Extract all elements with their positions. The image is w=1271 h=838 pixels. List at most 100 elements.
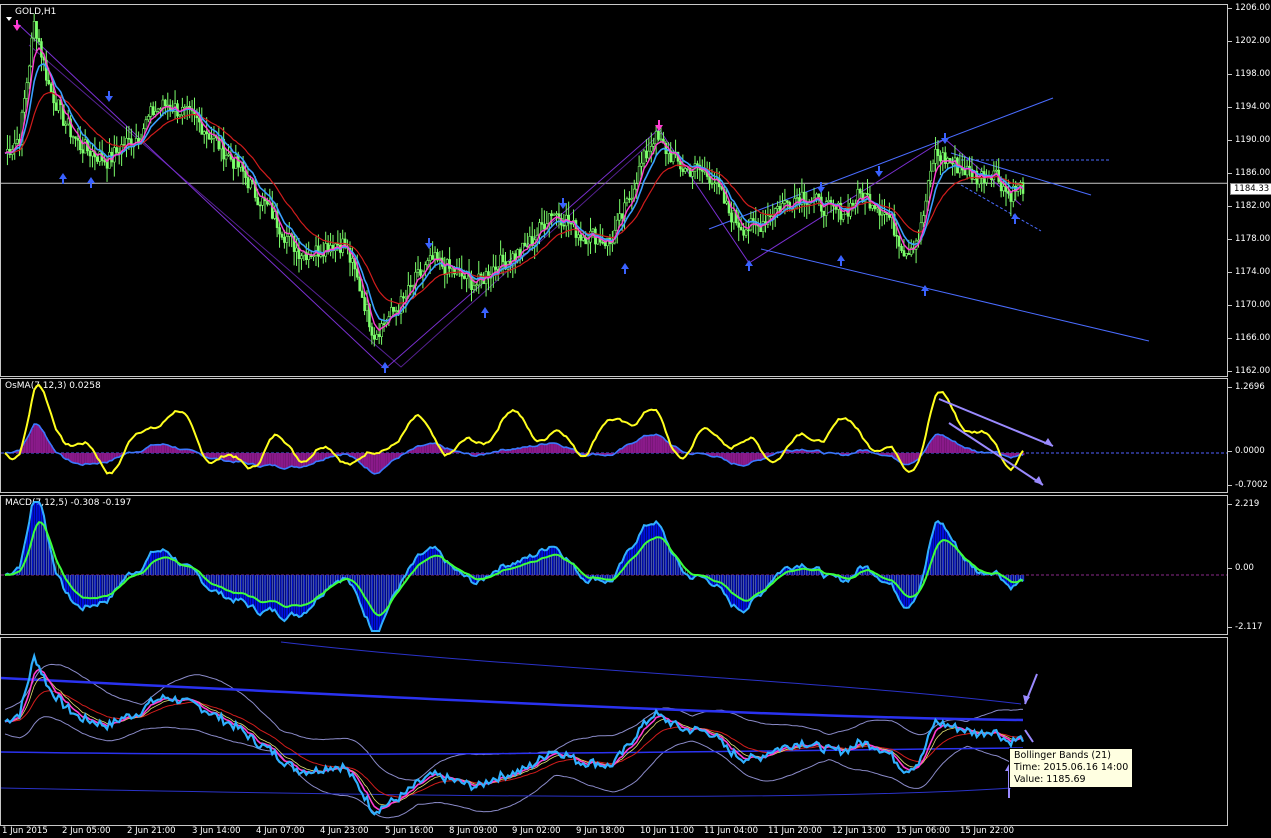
candle-body xyxy=(74,136,77,139)
osma-hist-bar xyxy=(375,453,379,474)
osma-hist-bar xyxy=(84,453,87,464)
fractal-down-icon xyxy=(941,133,949,144)
osma-hist-bar xyxy=(314,453,318,462)
osma-hist-bar xyxy=(645,435,648,453)
osma-hist-bar xyxy=(366,453,369,468)
osma-hist-bar xyxy=(244,453,247,463)
osma-hist-bar xyxy=(171,447,175,453)
candle-body xyxy=(105,161,109,169)
osma-hist-bar xyxy=(378,453,381,473)
candle-body xyxy=(700,169,704,172)
candle-body xyxy=(640,162,643,167)
candle-body xyxy=(205,131,208,135)
candle-body xyxy=(732,209,736,223)
time-label: 4 Jun 07:00 xyxy=(256,826,305,836)
price-tick: 1190.00 xyxy=(1227,135,1271,145)
osma-hist-bar xyxy=(154,444,158,453)
candle-body xyxy=(905,253,908,257)
osma-hist-bar xyxy=(657,435,660,453)
osma-hist-bar xyxy=(434,443,437,453)
candle-body xyxy=(647,150,651,159)
osma-hist-bar xyxy=(373,453,376,474)
candle-body xyxy=(183,106,187,109)
time-label: 11 Jun 20:00 xyxy=(768,826,822,836)
osma-hist-bar xyxy=(555,443,558,453)
osma-hist-bar xyxy=(263,453,267,466)
candle-body xyxy=(1009,192,1013,202)
candle-body xyxy=(625,198,629,204)
price-tick: 1186.00 xyxy=(1227,168,1271,178)
candle-body xyxy=(258,204,262,207)
osma-hist-bar xyxy=(288,453,291,467)
candle-body xyxy=(202,131,206,135)
osma-hist-bar xyxy=(949,439,952,453)
candle-body xyxy=(897,235,901,247)
osma-pane[interactable]: OsMA(7,12,3) 0.0258 xyxy=(0,378,1228,493)
candle-body xyxy=(151,106,155,116)
candle-body xyxy=(426,260,430,266)
candle-body xyxy=(941,152,945,162)
candle-body xyxy=(550,213,553,216)
osma-hist-bar xyxy=(939,435,942,453)
candle-body xyxy=(931,163,935,172)
candle-body xyxy=(827,199,830,203)
osma-hist-bar xyxy=(161,443,165,453)
candle-body xyxy=(577,234,580,238)
osma-hist-bar xyxy=(317,453,320,462)
candle-body xyxy=(630,197,634,200)
price-tick: 1174.00 xyxy=(1227,267,1271,277)
candle-body xyxy=(64,123,68,126)
time-label: 15 Jun 22:00 xyxy=(960,826,1014,836)
candle-body xyxy=(642,150,646,164)
osma-hist-bar xyxy=(38,425,41,453)
osma-scale: 1.2696 0.0000 -0.7002 xyxy=(1228,378,1271,493)
envelope-upper-line xyxy=(280,641,1022,705)
arrowhead-icon xyxy=(1044,438,1053,446)
osma-trend-arrow-upper xyxy=(938,398,1054,447)
candle-body xyxy=(851,202,855,206)
osma-hist-bar xyxy=(745,453,748,466)
osma-hist-bar xyxy=(630,443,634,453)
osma-hist-bar xyxy=(540,443,544,453)
candle-body xyxy=(562,224,566,227)
osma-tick: -0.7002 xyxy=(1228,480,1268,490)
time-axis: 1 Jun 2015 2 Jun 05:00 2 Jun 21:00 3 Jun 14… xyxy=(0,826,1228,838)
main-chart-pane[interactable]: GOLD,H1 xyxy=(0,4,1228,377)
candle-body xyxy=(178,114,182,117)
osma-hist-bar xyxy=(35,424,38,453)
candle-body xyxy=(888,214,891,218)
candle-body xyxy=(360,290,364,298)
macd-tick: 0.00 xyxy=(1228,563,1254,573)
bb-fast-line xyxy=(4,668,1024,811)
candle-body xyxy=(71,136,75,139)
candle-body xyxy=(47,79,51,85)
bollinger-pane[interactable] xyxy=(0,637,1228,826)
candle-body xyxy=(185,106,189,108)
candle-body xyxy=(783,200,787,204)
price-tick: 1178.00 xyxy=(1227,234,1271,244)
candle-body xyxy=(744,229,748,236)
osma-hist-bar xyxy=(659,436,663,453)
osma-hist-bar xyxy=(290,453,294,467)
candle-body xyxy=(280,233,284,238)
candle-body xyxy=(681,168,685,172)
time-label: 12 Jun 13:00 xyxy=(832,826,886,836)
candle-body xyxy=(392,306,396,312)
osma-hist-bar xyxy=(101,453,104,463)
candle-body xyxy=(817,193,821,198)
candle-body xyxy=(54,102,58,111)
candle-body xyxy=(710,182,714,185)
price-tick: 1166.00 xyxy=(1227,333,1271,343)
osma-hist-bar xyxy=(638,439,641,453)
macd-pane[interactable]: MACD(7,12,5) -0.308 -0.197 xyxy=(0,495,1228,635)
osma-hist-bar xyxy=(633,442,636,453)
candle-body xyxy=(66,118,70,125)
candle-body xyxy=(76,138,80,141)
osma-hist-bar xyxy=(152,444,155,453)
candle-body xyxy=(965,165,969,176)
candle-body xyxy=(227,153,230,156)
time-label: 8 Jun 09:00 xyxy=(449,826,498,836)
candle-body xyxy=(934,149,937,164)
osma-hist-bar xyxy=(380,453,383,471)
osma-hist-bar xyxy=(752,453,755,462)
